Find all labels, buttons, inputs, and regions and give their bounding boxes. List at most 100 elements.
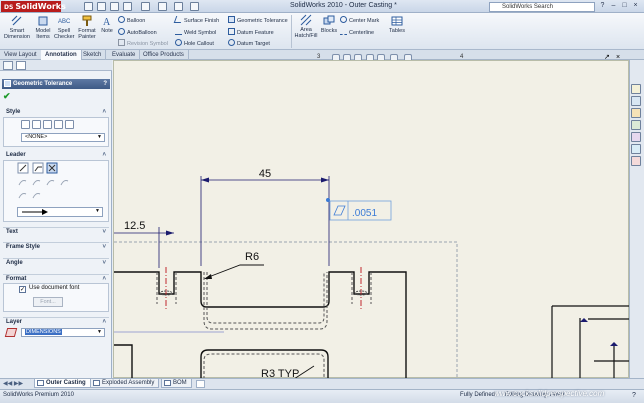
panel-help-icon[interactable]: ? xyxy=(103,79,107,89)
maximize-button[interactable]: □ xyxy=(620,2,629,11)
style-update-icon[interactable] xyxy=(43,120,52,129)
spell-checker-button[interactable]: ABC Spell Checker xyxy=(54,15,74,40)
options-icon[interactable] xyxy=(190,2,199,11)
collapse-layer-icon[interactable]: ˄ xyxy=(102,318,106,327)
style-save-icon[interactable] xyxy=(54,120,63,129)
frame-style-group-header[interactable]: Frame Style ˅ xyxy=(3,242,109,251)
sheet-tab-outer-casting[interactable]: Outer Casting xyxy=(34,379,91,388)
sheet-tab-label: Outer Casting xyxy=(46,380,86,386)
minimize-button[interactable]: – xyxy=(609,2,618,11)
file-explorer-icon[interactable] xyxy=(631,108,641,118)
revision-symbol-button[interactable]: Revision Symbol xyxy=(118,39,168,48)
search-results-icon[interactable] xyxy=(631,120,641,130)
area-hatch-button[interactable]: Area Hatch/Fill xyxy=(294,14,318,39)
smart-dimension-label: Smart Dimension xyxy=(4,28,30,40)
side-view-outline xyxy=(551,305,630,379)
sheet-tab-exploded-assembly[interactable]: Exploded Assembly xyxy=(90,379,160,388)
text-group-header[interactable]: Text ˅ xyxy=(3,227,109,236)
rebuild-icon[interactable] xyxy=(174,2,183,11)
format-painter-button[interactable]: Format Painter xyxy=(76,15,98,40)
feature-manager-tab-icon[interactable] xyxy=(3,61,13,70)
expand-frame-style-icon[interactable]: ˅ xyxy=(102,243,106,252)
font-button[interactable]: Font... xyxy=(33,297,63,307)
expand-text-icon[interactable]: ˅ xyxy=(102,228,106,237)
expand-angle-icon[interactable]: ˅ xyxy=(102,259,106,268)
format-painter-icon xyxy=(82,15,92,26)
help-icon[interactable]: ? xyxy=(632,392,636,399)
close-button[interactable]: × xyxy=(631,2,640,11)
tolerance-anchor-point[interactable] xyxy=(326,198,330,202)
dimension-45[interactable]: 45 xyxy=(259,168,271,180)
collapse-leader-icon[interactable]: ˄ xyxy=(102,151,106,160)
tab-view-layout[interactable]: View Layout xyxy=(0,50,42,60)
collapse-style-icon[interactable]: ˄ xyxy=(102,108,106,117)
sheet-tab-bom[interactable]: BOM xyxy=(161,379,192,388)
note-button[interactable]: A Note xyxy=(100,15,114,34)
design-library-icon[interactable] xyxy=(631,96,641,106)
angle-group-header[interactable]: Angle ˅ xyxy=(3,258,109,267)
custom-properties-icon[interactable] xyxy=(631,156,641,166)
model-items-button[interactable]: Model Items xyxy=(33,15,53,40)
arrow-style-select[interactable]: ▼ xyxy=(17,207,103,217)
ok-check-icon[interactable]: ✔ xyxy=(3,91,11,102)
property-manager-tab-icon[interactable] xyxy=(16,61,26,70)
tab-evaluate[interactable]: Evaluate xyxy=(108,50,141,60)
surface-finish-icon xyxy=(173,16,184,23)
note-label: Note xyxy=(101,28,113,34)
dimension-12-5[interactable]: 12.5 xyxy=(124,220,145,232)
r6-leader[interactable] xyxy=(205,264,264,279)
view-palette-icon[interactable] xyxy=(631,132,641,142)
appearances-icon[interactable] xyxy=(631,144,641,154)
chevron-down-icon: ▼ xyxy=(95,208,100,214)
leader-group-header[interactable]: Leader ˄ xyxy=(3,151,109,160)
spell-checker-icon: ABC xyxy=(58,19,70,25)
tab-office-products[interactable]: Office Products xyxy=(139,50,189,60)
datum-feature-button[interactable]: Datum Feature xyxy=(228,28,274,37)
solidworks-logo[interactable]: DS SolidWorks xyxy=(1,1,66,12)
ds-logo-mark: DS xyxy=(4,4,14,11)
tolerance-value[interactable]: .0051 xyxy=(352,208,377,219)
datum-target-button[interactable]: Datum Target xyxy=(228,39,270,48)
hole-callout-button[interactable]: Hole Callout xyxy=(175,39,214,48)
tab-sketch[interactable]: Sketch xyxy=(79,50,107,60)
select-arrow-icon[interactable] xyxy=(158,2,167,11)
radius-r6[interactable]: R6 xyxy=(245,251,259,263)
geometric-tolerance-button[interactable]: Geometric Tolerance xyxy=(228,16,288,25)
smart-dimension-button[interactable]: Smart Dimension xyxy=(4,15,30,40)
style-group-header[interactable]: Style ˄ xyxy=(3,108,109,117)
centerline-button[interactable]: Centerline xyxy=(340,28,374,37)
solidworks-resources-icon[interactable] xyxy=(631,84,641,94)
tab-annotation[interactable]: Annotation xyxy=(41,50,82,60)
add-sheet-icon[interactable] xyxy=(196,380,205,388)
style-add-icon[interactable] xyxy=(32,120,41,129)
layer-group-header[interactable]: Layer ˄ xyxy=(3,317,109,326)
format-group-header[interactable]: Format ˄ xyxy=(3,274,109,283)
use-document-font-checkbox[interactable]: ✓ xyxy=(19,286,26,293)
weld-symbol-button[interactable]: Weld Symbol xyxy=(175,28,216,37)
tables-button[interactable]: Tables xyxy=(388,15,406,34)
autoballoon-button[interactable]: AutoBalloon xyxy=(118,28,157,37)
drawing-sheet[interactable]: 45 12.5 R6 R3 TYP .0051 xyxy=(114,61,630,381)
sheet-scroll-arrows[interactable]: ◀◀ ▶▶ xyxy=(3,380,23,387)
status-state: Fully Defined xyxy=(460,392,496,398)
surface-finish-button[interactable]: Surface Finish xyxy=(173,16,219,25)
save-icon[interactable] xyxy=(110,2,119,11)
part-outline[interactable] xyxy=(114,271,407,379)
style-select[interactable]: <NONE> ▼ xyxy=(21,133,105,142)
format-painter-label: Format Painter xyxy=(78,28,96,40)
sheet-icon xyxy=(164,380,171,386)
undo-icon[interactable] xyxy=(141,2,150,11)
style-apply-icon[interactable] xyxy=(21,120,30,129)
drawing-canvas[interactable]: 45 12.5 R6 R3 TYP .0051 xyxy=(113,60,630,381)
search-input[interactable]: SolidWorks Search xyxy=(489,2,595,12)
new-document-icon[interactable] xyxy=(84,2,93,11)
lower-flange xyxy=(114,344,133,379)
open-folder-icon[interactable] xyxy=(97,2,106,11)
print-icon[interactable] xyxy=(123,2,132,11)
style-load-icon[interactable] xyxy=(65,120,74,129)
blocks-button[interactable]: Blocks xyxy=(320,15,338,34)
center-mark-button[interactable]: Center Mark xyxy=(340,16,379,25)
layer-select[interactable]: DIMENSIONS ▼ xyxy=(21,328,105,337)
help-icon[interactable]: ? xyxy=(598,2,607,11)
balloon-button[interactable]: Balloon xyxy=(118,16,145,25)
